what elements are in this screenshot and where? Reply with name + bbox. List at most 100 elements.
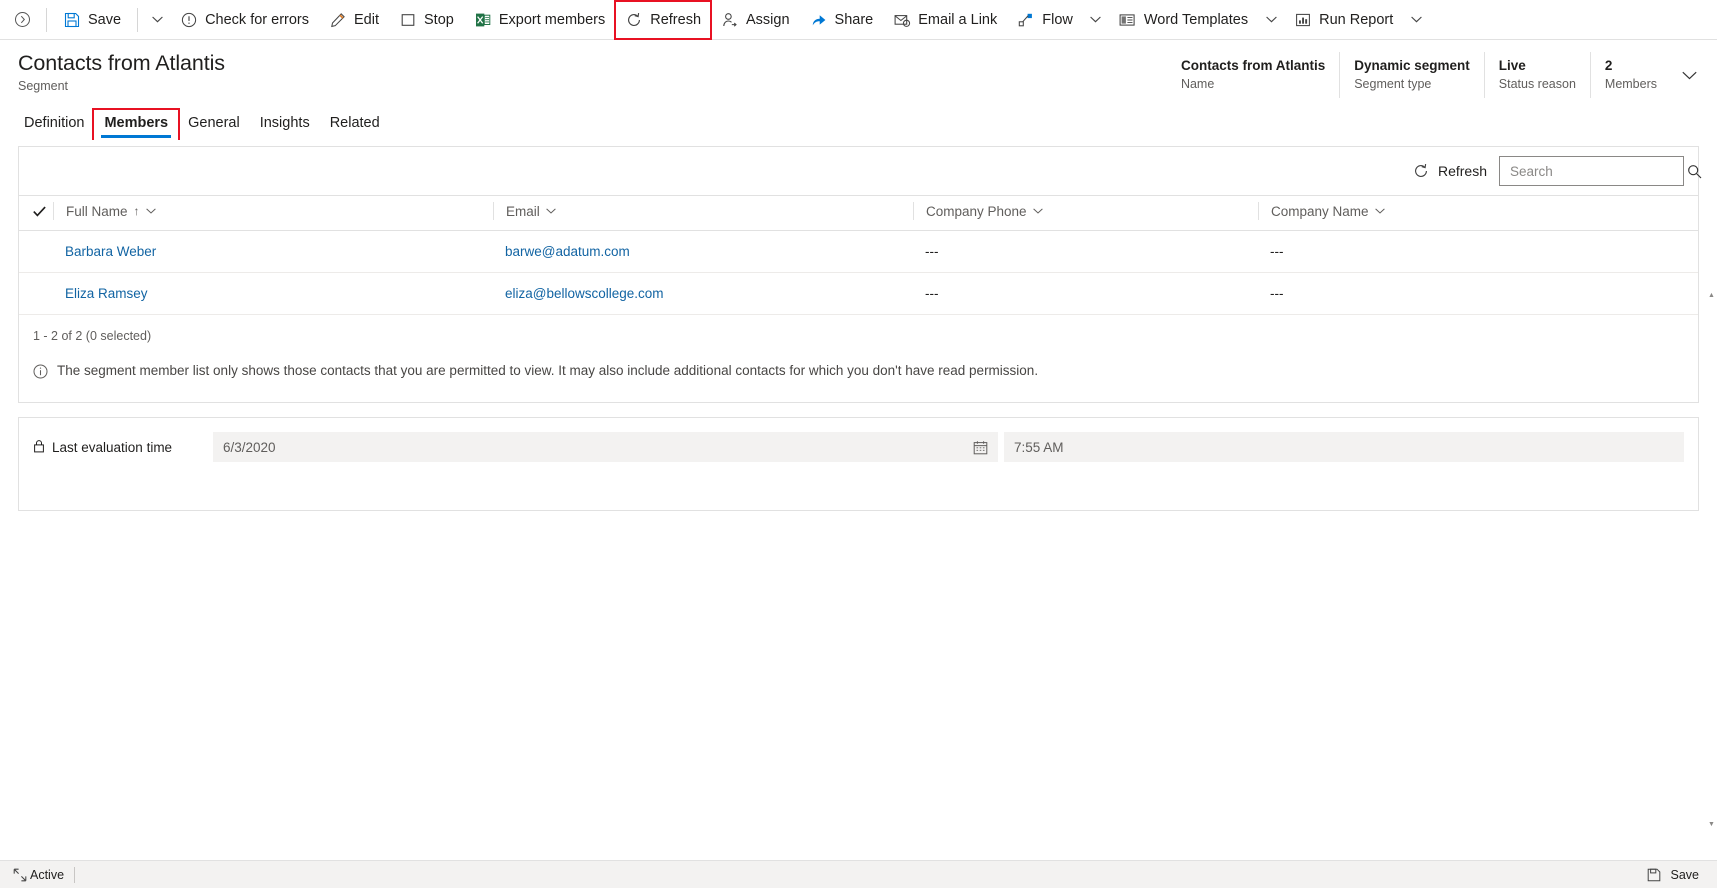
email-link[interactable]: barwe@adatum.com	[493, 244, 630, 259]
tab-insights[interactable]: Insights	[250, 110, 320, 140]
last-evaluation-date-value: 6/3/2020	[223, 439, 276, 455]
record-count: 1 - 2 of 2 (0 selected)	[33, 329, 152, 343]
command-bar: Save Check for errors Edit Stop Export m…	[0, 0, 1717, 40]
grid-refresh-button[interactable]: Refresh	[1402, 156, 1497, 186]
refresh-label: Refresh	[650, 11, 702, 28]
save-dropdown-caret[interactable]	[144, 1, 170, 39]
word-templates-dropdown-caret[interactable]	[1258, 1, 1284, 39]
summary-segment-type-value: Dynamic segment	[1354, 58, 1470, 73]
tab-definition[interactable]: Definition	[14, 110, 94, 140]
grid-refresh-label: Refresh	[1437, 163, 1487, 179]
lock-icon	[33, 439, 45, 456]
stop-label: Stop	[424, 11, 454, 28]
assign-person-icon	[721, 11, 739, 29]
row-company-name-cell: ---	[1258, 230, 1698, 273]
edit-button[interactable]: Edit	[319, 1, 389, 39]
column-header-full-name[interactable]: Full Name ↑	[53, 195, 493, 231]
vertical-scrollbar[interactable]: ▲ ▼	[1706, 290, 1717, 830]
summary-name-label: Name	[1180, 77, 1215, 91]
status-bar-save-button[interactable]: Save	[1644, 868, 1708, 882]
tab-general[interactable]: General	[178, 110, 250, 140]
calendar-icon[interactable]	[973, 440, 988, 455]
save-icon	[63, 11, 81, 29]
permission-notice: The segment member list only shows those…	[19, 353, 1698, 402]
check-for-errors-button[interactable]: Check for errors	[170, 1, 319, 39]
last-evaluation-time-field[interactable]: 7:55 AM	[1004, 432, 1684, 462]
row-company-phone-cell: ---	[913, 272, 1258, 315]
search-box[interactable]	[1499, 156, 1702, 186]
checkmark-icon[interactable]	[19, 206, 53, 217]
run-report-button[interactable]: Run Report	[1284, 1, 1403, 39]
email-a-link-button[interactable]: Email a Link	[883, 1, 1007, 39]
share-button[interactable]: Share	[800, 1, 884, 39]
summary-name-value: Contacts from Atlantis	[1180, 58, 1326, 73]
edit-label: Edit	[354, 11, 380, 28]
members-grid-card: Refresh Search Full Name ↑ Email Company…	[18, 146, 1702, 403]
main-content: Refresh Search Full Name ↑ Email Company…	[0, 140, 1717, 860]
status-text: Active	[30, 867, 65, 882]
column-header-full-name-label: Full Name	[66, 203, 128, 219]
search-input[interactable]	[1510, 163, 1687, 179]
last-evaluation-row: Last evaluation time 6/3/2020 7:55 AM	[19, 418, 1698, 476]
assign-label: Assign	[746, 11, 790, 28]
command-bar-divider	[46, 7, 47, 32]
status-bar: Active Save	[0, 860, 1717, 888]
tab-insights-label: Insights	[259, 115, 310, 131]
chevron-down-icon[interactable]	[1032, 208, 1043, 214]
command-bar-divider-2	[137, 7, 139, 32]
record-summary: Contacts from Atlantis Name Dynamic segm…	[1167, 52, 1717, 98]
row-email-cell: barwe@adatum.com	[493, 230, 913, 273]
stop-square-icon	[399, 11, 417, 29]
last-evaluation-date-field[interactable]: 6/3/2020	[213, 432, 998, 462]
refresh-button[interactable]: Refresh	[614, 0, 713, 40]
grid-toolbar: Refresh	[19, 147, 1702, 195]
page-title: Contacts from Atlantis	[18, 51, 225, 75]
flow-button[interactable]: Flow	[1007, 1, 1083, 39]
scroll-up-arrow-icon[interactable]: ▲	[1706, 290, 1717, 301]
status-bar-save-label: Save	[1670, 867, 1700, 882]
save-button[interactable]: Save	[53, 1, 131, 39]
contact-link[interactable]: Eliza Ramsey	[53, 286, 148, 301]
contact-link[interactable]: Barbara Weber	[53, 244, 156, 259]
chevron-down-icon[interactable]	[1671, 52, 1707, 98]
tab-related[interactable]: Related	[320, 110, 390, 140]
chevron-down-icon[interactable]	[1374, 208, 1385, 214]
assign-button[interactable]: Assign	[711, 1, 800, 39]
tab-members[interactable]: Members	[92, 108, 181, 142]
column-header-company-phone-label: Company Phone	[926, 203, 1027, 219]
summary-status-reason-label: Status reason	[1498, 77, 1576, 91]
scroll-down-arrow-icon[interactable]: ▼	[1706, 819, 1717, 830]
column-header-company-phone[interactable]: Company Phone	[913, 195, 1258, 231]
save-label: Save	[88, 11, 122, 28]
record-header: Contacts from Atlantis Segment Contacts …	[0, 40, 1717, 102]
company-name-value: ---	[1270, 244, 1284, 259]
word-templates-button[interactable]: Word Templates	[1109, 1, 1258, 39]
flow-dropdown-caret[interactable]	[1083, 1, 1109, 39]
export-members-button[interactable]: Export members	[464, 1, 615, 39]
run-report-dropdown-caret[interactable]	[1403, 1, 1429, 39]
share-label: Share	[834, 11, 874, 28]
last-evaluation-time-value: 7:55 AM	[1014, 439, 1064, 455]
record-header-left: Contacts from Atlantis Segment	[0, 50, 225, 93]
select-all-header[interactable]	[19, 195, 53, 231]
column-header-company-name[interactable]: Company Name	[1258, 195, 1698, 231]
table-row[interactable]: Barbara Weber barwe@adatum.com --- ---	[19, 230, 1698, 273]
column-header-email[interactable]: Email	[493, 195, 913, 231]
expand-icon[interactable]	[10, 868, 30, 882]
summary-status-reason-value: Live	[1498, 58, 1526, 73]
stop-button[interactable]: Stop	[389, 1, 464, 39]
row-checkbox-cell[interactable]	[19, 230, 53, 273]
table-header-row: Full Name ↑ Email Company Phone Company …	[19, 195, 1698, 231]
app-root: Save Check for errors Edit Stop Export m…	[0, 0, 1717, 888]
run-report-label: Run Report	[1319, 11, 1394, 28]
word-templates-label: Word Templates	[1143, 11, 1249, 28]
chevron-down-icon[interactable]	[546, 208, 556, 214]
table-row[interactable]: Eliza Ramsey eliza@bellowscollege.com --…	[19, 272, 1698, 315]
chevron-down-icon[interactable]	[145, 208, 156, 214]
pencil-icon	[329, 11, 347, 29]
company-phone-value: ---	[925, 244, 939, 259]
back-circle-icon[interactable]	[4, 1, 40, 39]
email-link[interactable]: eliza@bellowscollege.com	[493, 286, 664, 301]
search-icon[interactable]	[1687, 164, 1702, 179]
row-checkbox-cell[interactable]	[19, 272, 53, 315]
